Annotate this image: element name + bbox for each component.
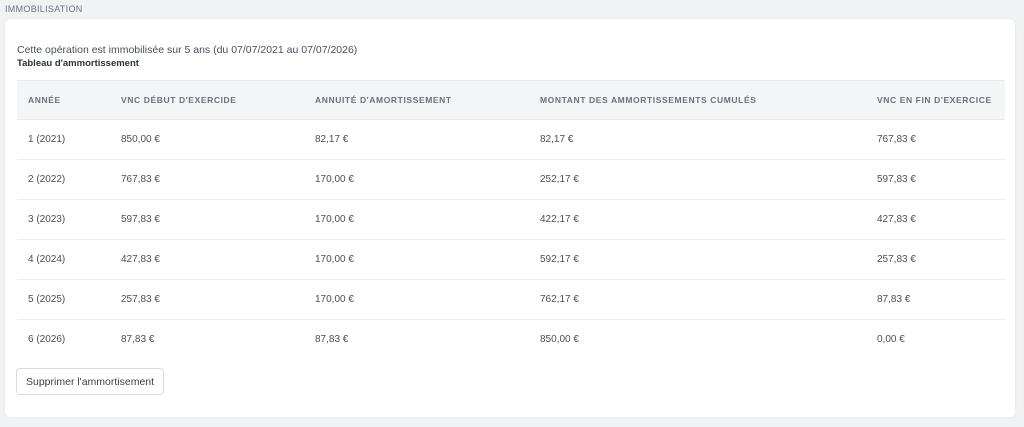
table-row: 2 (2022) 767,83 € 170,00 € 252,17 € 597,… [17,159,1005,200]
cell-annuity: 87,83 € [315,334,349,345]
section-title: IMMOBILISATION [5,4,83,14]
cell-vnc-end: 0,00 € [877,334,905,345]
column-header-annuity: ANNUITÉ D'AMORTISSEMENT [304,80,529,120]
table-row: 4 (2024) 427,83 € 170,00 € 592,17 € 257,… [17,239,1005,280]
cell-vnc-start: 427,83 € [110,239,304,280]
cell-cumulative: 850,00 € [540,334,579,345]
table-row: 3 (2023) 597,83 € 170,00 € 422,17 € 427,… [17,199,1005,240]
cell-annuity: 170,00 € [304,279,529,320]
cell-annuity: 82,17 € [304,119,529,160]
table-row: 5 (2025) 257,83 € 170,00 € 762,17 € 87,8… [17,279,1005,320]
cell-year: 4 (2024) [17,239,110,280]
delete-amortization-button[interactable]: Supprimer l'ammortisement [16,368,165,395]
cell-cumulative: 82,17 € [529,119,866,160]
cell-vnc-end: 87,83 € [866,279,1005,320]
table-header-row: ANNÉE VNC DÉBUT D'EXERCIDE ANNUITÉ D'AMO… [17,80,1005,120]
cell-year: 6 (2026) [28,334,66,345]
cell-year: 1 (2021) [17,119,110,160]
amortization-table-title: Tableau d'ammortissement [17,58,139,69]
amortization-card: Cette opération est immobilisée sur 5 an… [5,19,1015,417]
cell-vnc-end: 427,83 € [866,199,1005,240]
cell-vnc-end: 767,83 € [866,119,1005,160]
cell-annuity: 170,00 € [304,199,529,240]
cell-vnc-end: 257,83 € [866,239,1005,280]
cell-vnc-start: 597,83 € [110,199,304,240]
cell-vnc-start: 767,83 € [110,159,304,200]
column-header-cumulative: MONTANT DES AMMORTISSEMENTS CUMULÉS [529,80,866,120]
cell-year: 2 (2022) [17,159,110,200]
amortization-table: ANNÉE VNC DÉBUT D'EXERCIDE ANNUITÉ D'AMO… [17,80,1005,359]
column-header-vnc-start: VNC DÉBUT D'EXERCIDE [110,80,304,120]
cell-cumulative: 422,17 € [529,199,866,240]
cell-vnc-start: 257,83 € [110,279,304,320]
cell-vnc-start: 850,00 € [110,119,304,160]
table-row: 6 (2026) 87,83 € 87,83 € 850,00 € 0,00 € [17,320,1005,360]
table-row: 1 (2021) 850,00 € 82,17 € 82,17 € 767,83… [17,119,1005,160]
cell-vnc-start: 87,83 € [121,334,155,345]
cell-cumulative: 762,17 € [529,279,866,320]
cell-cumulative: 592,17 € [529,239,866,280]
cell-year: 5 (2025) [17,279,110,320]
amortization-intro: Cette opération est immobilisée sur 5 an… [17,44,358,56]
cell-cumulative: 252,17 € [529,159,866,200]
cell-vnc-end: 597,83 € [866,159,1005,200]
column-header-year: ANNÉE [17,80,110,120]
cell-annuity: 170,00 € [304,159,529,200]
column-header-vnc-end: VNC EN FIN D'EXERCICE [866,80,1005,120]
cell-year: 3 (2023) [17,199,110,240]
cell-annuity: 170,00 € [304,239,529,280]
